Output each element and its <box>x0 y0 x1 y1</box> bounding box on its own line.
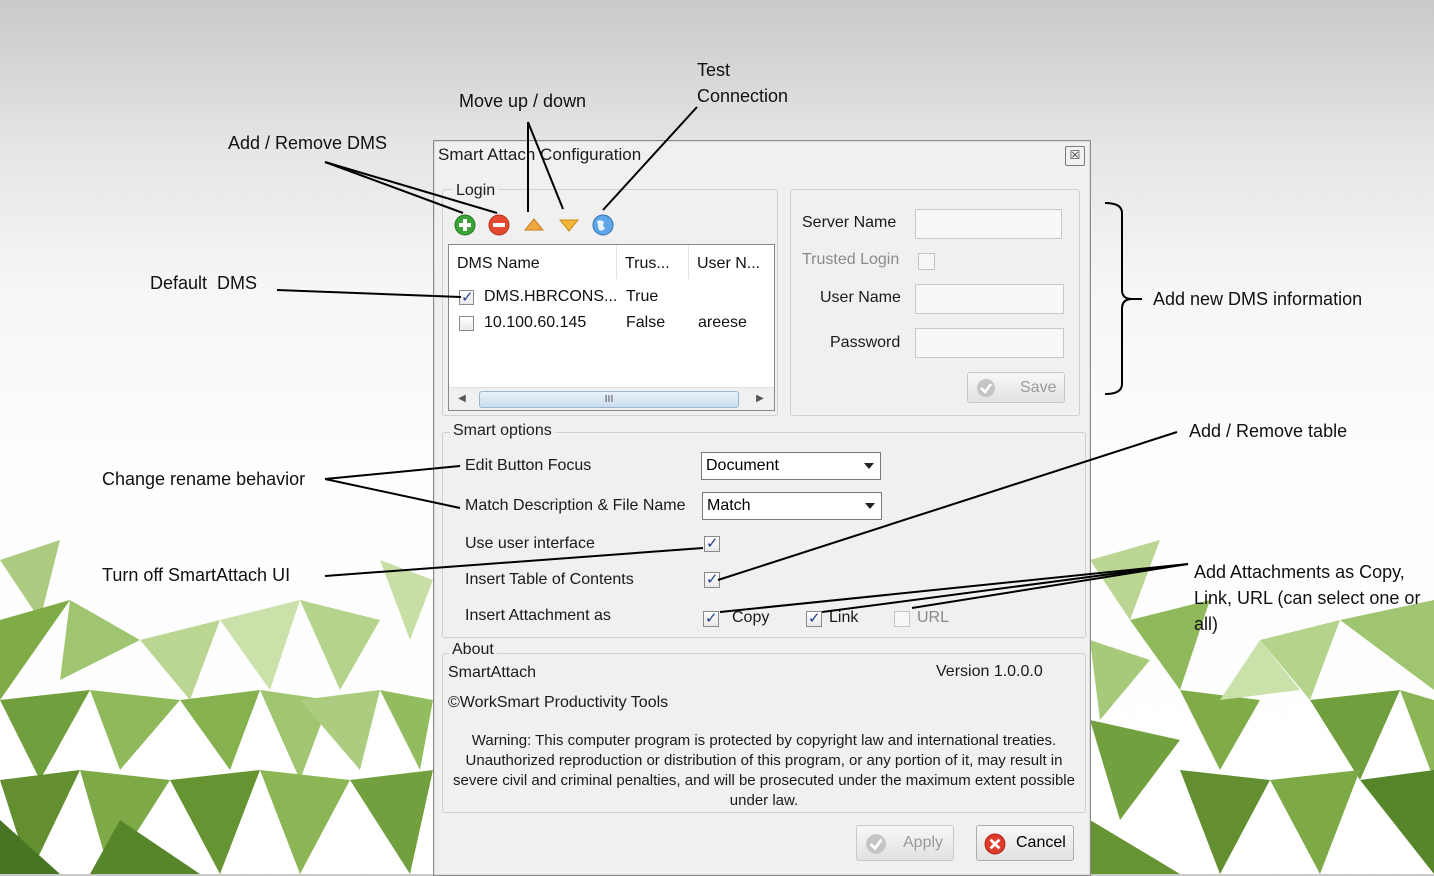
annotation-add-attachments: Add Attachments as Copy, Link, URL (can … <box>1194 562 1421 634</box>
row-1-dms-name[interactable]: 10.100.60.145 <box>484 314 586 332</box>
close-icon[interactable]: ☒ <box>1065 146 1085 166</box>
row-0-trusted: True <box>626 288 659 305</box>
smart-options-label: Smart options <box>450 422 555 440</box>
match-value: Match <box>707 497 751 514</box>
match-label: Match Description & File Name <box>465 497 686 514</box>
edit-focus-value: Document <box>706 457 779 474</box>
copy-checkbox[interactable] <box>703 609 719 627</box>
annotation-turn-off-ui: Turn off SmartAttach UI <box>102 565 291 585</box>
version-text: Version 1.0.0.0 <box>936 663 1043 680</box>
edit-focus-select[interactable]: Document <box>701 452 881 480</box>
toc-label: Insert Table of Contents <box>465 571 634 588</box>
link-label: Link <box>829 609 859 626</box>
match-select[interactable]: Match <box>702 492 882 520</box>
cancel-button-label: Cancel <box>1016 834 1066 851</box>
copy-label: Copy <box>732 609 770 626</box>
chevron-down-icon <box>865 503 875 509</box>
warning-text: Warning: This computer program is protec… <box>453 732 1075 809</box>
column-header-trusted[interactable]: Trus... <box>617 245 689 279</box>
row-1-user: areese <box>698 314 747 331</box>
chevron-down-icon <box>864 463 874 469</box>
copyright-text: ©WorkSmart Productivity Tools <box>448 694 669 711</box>
apply-button-label: Apply <box>903 834 944 851</box>
annotation-add-remove-table: Add / Remove table <box>1189 421 1348 441</box>
annotation-test-connection: Test Connection <box>697 60 789 106</box>
insert-as-label: Insert Attachment as <box>465 607 611 624</box>
row-0-default-checkbox[interactable] <box>459 288 474 306</box>
use-ui-label: Use user interface <box>465 535 595 552</box>
checkmark-icon <box>977 379 995 397</box>
globe-icon[interactable] <box>592 214 614 236</box>
about-label: About <box>449 641 497 659</box>
move-down-icon[interactable] <box>558 214 580 236</box>
annotation-move-up-down: Move up / down <box>459 91 587 111</box>
login-group-label: Login <box>453 182 499 200</box>
annotation-default-dms: Default DMS <box>150 273 258 293</box>
trusted-login-label: Trusted Login <box>802 251 900 268</box>
annotation-change-rename: Change rename behavior <box>102 469 306 489</box>
save-button[interactable]: Save <box>967 372 1065 403</box>
dialog-title: Smart Attach Configuration <box>438 145 642 164</box>
trusted-login-checkbox[interactable] <box>918 253 935 270</box>
scroll-left-icon[interactable]: ◀ <box>453 390 471 408</box>
url-label: URL <box>917 609 950 626</box>
scroll-right-icon[interactable]: ▶ <box>751 390 769 408</box>
row-0-dms-name[interactable]: DMS.HBRCONS... <box>484 288 617 306</box>
edit-focus-label: Edit Button Focus <box>465 457 592 474</box>
move-up-icon[interactable] <box>523 214 545 236</box>
user-name-field[interactable] <box>915 284 1064 314</box>
annotation-add-remove-dms: Add / Remove DMS <box>228 133 388 153</box>
scroll-thumb[interactable]: III <box>479 391 739 408</box>
product-name: SmartAttach <box>448 664 537 681</box>
server-name-field[interactable] <box>915 209 1062 239</box>
cancel-icon <box>984 833 1006 855</box>
use-ui-checkbox[interactable] <box>704 534 720 552</box>
column-header-user-name[interactable]: User N... <box>689 245 774 279</box>
link-checkbox[interactable] <box>806 609 822 627</box>
dms-list[interactable]: DMS Name Trus... User N... DMS.HBRCONS..… <box>448 244 775 411</box>
remove-icon[interactable] <box>488 214 510 236</box>
horizontal-scrollbar[interactable]: ◀ III ▶ <box>449 387 774 410</box>
password-label: Password <box>830 334 901 351</box>
save-button-label: Save <box>1020 379 1057 396</box>
row-1-trusted: False <box>626 314 666 331</box>
checkmark-icon <box>866 834 886 854</box>
add-icon[interactable] <box>454 214 476 236</box>
annotation-add-new-dms-info: Add new DMS information <box>1153 289 1363 309</box>
url-checkbox[interactable] <box>894 611 910 627</box>
column-header-dms-name[interactable]: DMS Name <box>449 245 617 279</box>
password-field[interactable] <box>915 328 1064 358</box>
server-name-label: Server Name <box>802 214 897 231</box>
user-name-label: User Name <box>820 289 901 306</box>
smart-attach-dialog: Smart Attach Configuration ☒ Login DMS N… <box>433 140 1091 876</box>
row-1-default-checkbox[interactable] <box>459 316 474 331</box>
toc-checkbox[interactable] <box>704 570 720 588</box>
apply-button[interactable]: Apply <box>856 825 954 861</box>
cancel-button[interactable]: Cancel <box>976 825 1074 861</box>
